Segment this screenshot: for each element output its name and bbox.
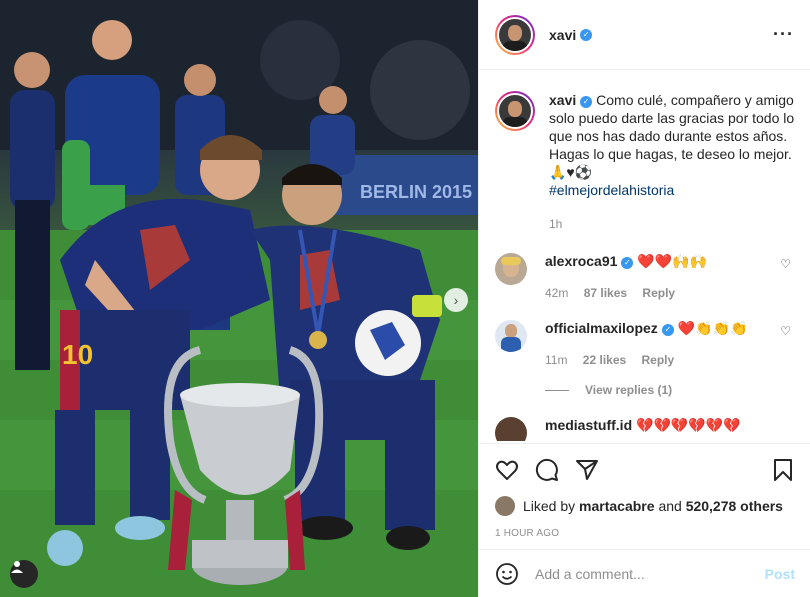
commenter-avatar[interactable] [495,320,527,352]
comment-button[interactable] [535,458,559,482]
liked-by-prefix: Liked by [523,498,576,514]
likes-count[interactable]: 520,278 others [686,498,783,514]
caption-username[interactable]: xavi [549,92,576,108]
post-comment-button[interactable]: Post [765,566,795,582]
liker-username[interactable]: martacabre [579,498,655,514]
post-actions: Liked by martacabre and 520,278 others 1… [479,443,810,539]
verified-badge-icon: ✓ [580,96,593,108]
comment-time: 42m [545,286,569,300]
verified-badge-icon: ✓ [580,28,593,41]
verified-badge-icon: ✓ [621,256,634,269]
jersey-number: 10 [62,339,93,370]
tagged-users-button[interactable] [10,560,38,588]
save-button[interactable] [771,458,795,482]
comment-item: mediastuff.id 💔💔💔💔💔💔 [495,417,795,441]
comment-item: officialmaxilopez ✓ ❤️👏👏👏 11m 22 likes Re… [495,320,795,367]
replies-divider [545,389,569,391]
add-comment-bar: Post [479,549,810,597]
like-button[interactable] [495,458,519,482]
comment-text: 💔💔💔💔💔💔 [636,417,741,433]
heart-outline-icon[interactable]: ♡ [780,324,791,338]
comments-list[interactable]: xavi ✓ Como culé, compañero y amigo solo … [479,71,810,441]
verified-badge-icon: ✓ [661,323,674,336]
banner-text: BERLIN 2015 [360,182,472,202]
post-photo[interactable]: BERLIN 2015 10 › [0,0,478,597]
emoji-picker-button[interactable] [495,562,519,586]
caption-avatar[interactable] [495,91,535,131]
author-avatar[interactable] [495,14,535,55]
comment-likes[interactable]: 22 likes [583,353,626,367]
liker-avatar[interactable] [495,496,515,516]
comment-likes[interactable]: 87 likes [584,286,627,300]
liked-by-summary: Liked by martacabre and 520,278 others [495,496,795,516]
commenter-username[interactable]: mediastuff.id [545,417,632,433]
more-options-icon[interactable]: ··· [773,24,794,45]
view-replies-button[interactable]: View replies (1) [545,383,795,397]
commenter-avatar[interactable] [495,253,527,285]
comment-text: ❤️👏👏👏 [677,320,748,336]
heart-icon [496,460,518,480]
post-header: xavi ✓ ··· [479,0,810,70]
reply-button[interactable]: Reply [642,353,675,367]
chevron-right-icon: › [453,292,459,308]
bookmark-icon [774,459,792,481]
commenter-username[interactable]: alexroca91 [545,253,617,269]
next-photo-button[interactable]: › [444,288,468,312]
paper-plane-icon [576,460,598,480]
user-tag-icon [11,561,23,573]
commenter-username[interactable]: officialmaxilopez [545,320,658,336]
comment-item: alexroca91 ✓ ❤️❤️🙌🙌 42m 87 likes Reply ♡ [495,253,795,300]
comment-icon [535,458,558,481]
post-caption: xavi ✓ Como culé, compañero y amigo solo … [495,91,795,233]
heart-outline-icon[interactable]: ♡ [780,257,791,271]
commenter-avatar[interactable] [495,417,527,441]
liked-by-and: and [658,498,682,514]
view-replies-label: View replies (1) [585,383,673,397]
comment-input[interactable] [535,565,765,582]
caption-time: 1h [549,217,563,231]
share-button[interactable] [575,458,599,482]
smiley-icon [496,562,518,585]
reply-button[interactable]: Reply [642,286,675,300]
photo-illustration: BERLIN 2015 10 [0,0,478,597]
comment-text: ❤️❤️🙌🙌 [637,253,708,269]
author-username[interactable]: xavi [549,27,576,43]
post-details-panel: xavi ✓ ··· xavi ✓ Como culé, compañero y … [478,0,810,597]
caption-hashtag[interactable]: #elmejordelahistoria [549,182,674,198]
comment-time: 11m [545,353,568,367]
post-timestamp[interactable]: 1 HOUR AGO [495,528,795,539]
